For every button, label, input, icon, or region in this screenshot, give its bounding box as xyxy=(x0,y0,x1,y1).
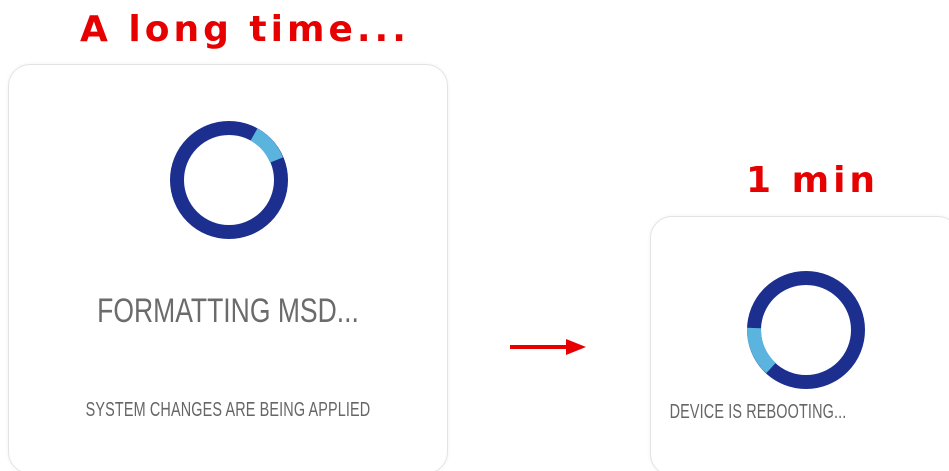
annotation-long-time: A long time... xyxy=(80,9,410,50)
rebooting-subtitle: DEVICE IS REBOOTING... xyxy=(669,401,847,423)
annotation-one-min: 1 min xyxy=(746,160,880,201)
formatting-title: FORMATTING MSD... xyxy=(97,292,359,330)
formatting-subtitle: SYSTEM CHANGES ARE BEING APPLIED xyxy=(85,399,371,421)
loading-spinner-icon xyxy=(170,121,288,239)
arrow-right-icon xyxy=(510,339,586,355)
rebooting-status-card: DEVICE IS REBOOTING... xyxy=(650,216,949,471)
loading-spinner-icon xyxy=(747,271,865,389)
comparison-stage: A long time... 1 min FORMATTING MSD... S… xyxy=(0,0,949,471)
formatting-status-card: FORMATTING MSD... SYSTEM CHANGES ARE BEI… xyxy=(8,64,448,471)
